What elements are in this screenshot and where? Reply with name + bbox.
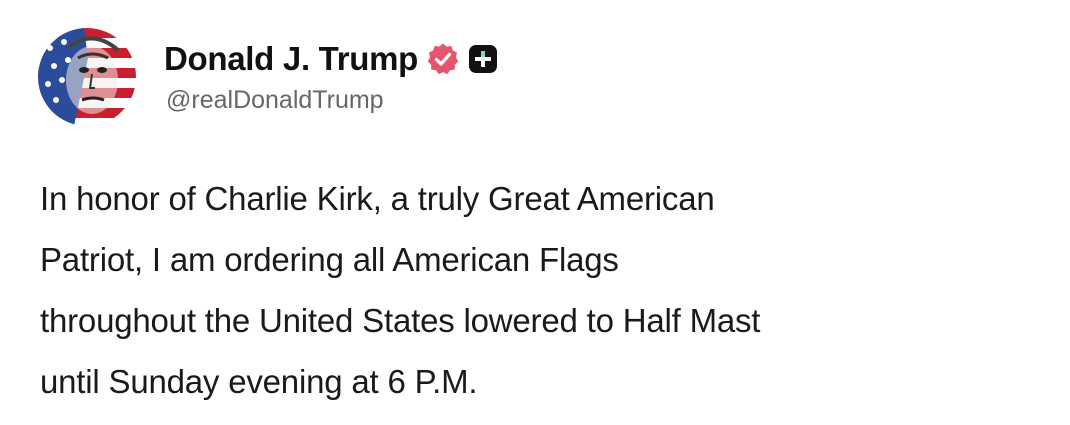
user-handle[interactable]: @realDonaldTrump bbox=[166, 86, 384, 115]
display-name[interactable]: Donald J. Trump bbox=[164, 40, 418, 78]
name-row: Donald J. Trump bbox=[164, 36, 498, 82]
post-body-line: Patriot, I am ordering all American Flag… bbox=[40, 241, 619, 278]
avatar-image bbox=[38, 28, 136, 126]
post-body-line: until Sunday evening at 6 P.M. bbox=[40, 363, 478, 400]
post-body-line: throughout the United States lowered to … bbox=[40, 302, 761, 339]
post-body: In honor of Charlie Kirk, a truly Great … bbox=[40, 168, 1050, 412]
post-body-line: In honor of Charlie Kirk, a truly Great … bbox=[40, 180, 715, 217]
avatar[interactable] bbox=[38, 28, 136, 126]
post-header: Donald J. Trump @realDonaldTrump bbox=[38, 24, 1038, 134]
post-card: Donald J. Trump @realDonaldTrump In hono… bbox=[0, 0, 1070, 425]
plus-square-icon bbox=[468, 44, 498, 74]
verified-check-icon bbox=[426, 42, 460, 76]
